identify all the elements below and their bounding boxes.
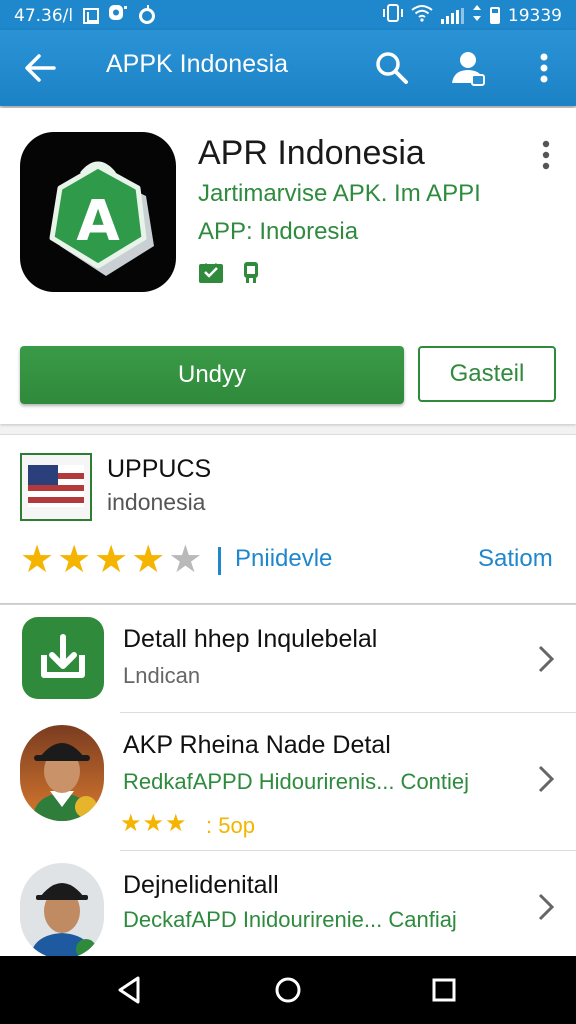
app-bar-title: APPK Indonesia — [106, 50, 289, 78]
media-icon — [109, 4, 129, 27]
developer-flag-icon — [20, 453, 92, 521]
list-item-title: Detall hhep Inqulebelal — [123, 625, 378, 653]
app-badges — [198, 258, 264, 288]
status-time-left: 47.36/l — [14, 5, 74, 26]
vibrate-icon — [382, 4, 403, 27]
avatar — [20, 725, 104, 821]
developer-rating: ★ ★ ★ ★ ★ — [20, 539, 202, 579]
account-icon[interactable] — [448, 47, 490, 89]
download-icon — [22, 617, 104, 699]
nav-home-icon[interactable] — [270, 972, 306, 1008]
details-button[interactable]: Gasteil — [418, 346, 556, 402]
list-item-subtitle: RedkafAPPD Hidourirenis... Contiej — [123, 769, 470, 794]
developer-action-link[interactable]: Satiom — [478, 545, 553, 573]
status-time-right: 19339 — [507, 5, 562, 26]
verified-badge-icon — [198, 258, 224, 288]
chevron-right-icon — [534, 889, 558, 925]
star-icon: ★ — [20, 537, 55, 581]
list-item[interactable]: AKP Rheina Nade Detal RedkafAPPD Hidouri… — [0, 713, 576, 851]
search-icon[interactable] — [372, 48, 412, 88]
screenshot-icon — [83, 7, 100, 24]
app-title: APR Indonesia — [198, 134, 425, 172]
list-item-title: AKP Rheina Nade Detal — [123, 731, 391, 759]
status-bar: 47.36/l 19339 — [0, 0, 576, 30]
avatar — [20, 863, 104, 957]
android-badge-icon — [238, 258, 264, 288]
app-bar: APPK Indonesia — [0, 30, 576, 106]
app-logo-letter: A — [76, 189, 120, 254]
developer-card[interactable]: UPPUCS indonesia ★ ★ ★ ★ ★ Pniidevle Sat… — [0, 434, 576, 604]
wifi-icon — [411, 4, 433, 27]
star-icon: ★ — [120, 809, 142, 837]
chevron-right-icon — [534, 761, 558, 797]
app-logo-icon: A — [20, 132, 176, 292]
list-item-rating-text: : 5op — [206, 813, 255, 838]
app-header-card: A APR Indonesia Jartimarvise APK. Im APP… — [0, 108, 576, 424]
separator — [218, 547, 221, 575]
signal-icon — [440, 7, 464, 24]
sync-icon — [139, 4, 156, 24]
related-apps-list: Detall hhep Inqulebelal Lndican AKP Rhei… — [0, 604, 576, 957]
app-subtitle-line2: APP: Indoresia — [198, 218, 359, 245]
developer-subtitle: indonesia — [107, 489, 206, 515]
data-icon — [472, 4, 482, 27]
list-item-subtitle: Lndican — [123, 663, 201, 688]
chevron-right-icon — [534, 641, 558, 677]
star-icon: ★ — [142, 809, 165, 837]
battery-icon — [489, 7, 500, 24]
app-subtitle-line1: Jartimarvise APK. Im APPI — [198, 180, 481, 207]
list-item[interactable]: Detall hhep Inqulebelal Lndican — [0, 605, 576, 713]
nav-recents-icon[interactable] — [426, 972, 462, 1008]
star-icon: ★ — [131, 537, 166, 581]
developer-link[interactable]: Pniidevle — [235, 545, 332, 573]
developer-name: UPPUCS — [107, 455, 212, 483]
list-item[interactable]: Dejnelidenitall DeckafAPD Inidourirenie.… — [0, 851, 576, 957]
more-vert-icon[interactable] — [530, 48, 558, 88]
install-button[interactable]: Undyy — [20, 346, 404, 404]
star-icon: ★ — [57, 537, 92, 581]
nav-back-icon[interactable] — [112, 972, 148, 1008]
app-overflow-menu-icon[interactable] — [536, 138, 556, 172]
list-item-rating: ★ ★ ★ — [120, 809, 187, 837]
list-item-title: Dejnelidenitall — [123, 871, 279, 899]
back-arrow-icon[interactable] — [20, 48, 60, 88]
star-icon: ★ — [94, 537, 129, 581]
star-icon: ★ — [165, 809, 187, 837]
star-empty-icon: ★ — [168, 537, 203, 581]
list-item-subtitle: DeckafAPD Inidourirenie... Canfiaj — [123, 907, 457, 932]
system-navigation-bar — [0, 956, 576, 1024]
